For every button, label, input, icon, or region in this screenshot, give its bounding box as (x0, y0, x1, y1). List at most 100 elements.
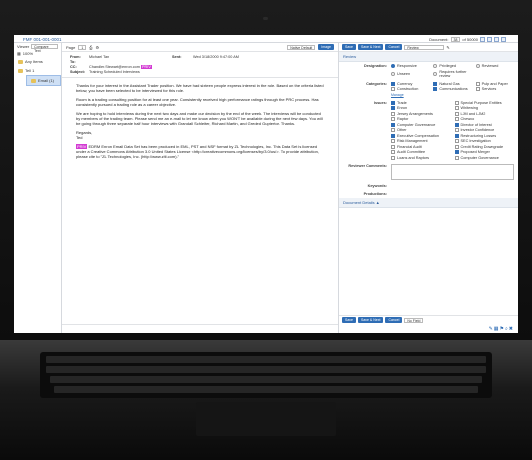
tree-item-tell[interactable]: Tell 1 (14, 66, 61, 75)
image-button[interactable]: Image (318, 44, 334, 50)
issue-option[interactable]: Computer Governance (454, 155, 515, 160)
section-title: Review (339, 52, 518, 62)
layout-select[interactable]: Review (404, 44, 445, 50)
zoom-level[interactable]: 100% (23, 51, 33, 56)
app-title: FMF 001-001-0001 (23, 37, 62, 42)
keywords-field: Keywords: (367, 183, 387, 188)
page-label: Page (66, 44, 76, 50)
print-icon[interactable]: ⎙ (89, 45, 92, 50)
page-input[interactable]: 1 (78, 44, 87, 50)
edit-icon[interactable]: ✎ (446, 45, 449, 50)
designation-option[interactable]: Reviewed (475, 64, 514, 68)
category-options: Currency Natural Gas Pulp and Paper Cons… (391, 81, 514, 97)
issue-option[interactable]: Trade (391, 100, 451, 105)
issue-option[interactable]: Restructuring Losses (454, 133, 515, 138)
issue-option[interactable]: Special Purpose Entities (454, 100, 515, 105)
grid-icon[interactable]: ▦ (17, 51, 21, 56)
folder-icon (18, 59, 23, 64)
issue-option[interactable]: Financial Audit (391, 144, 451, 149)
category-option[interactable]: Construction (391, 87, 429, 91)
screen: FMF 001-001-0001 Document: 38 of 50000 V… (14, 35, 518, 333)
touchpad (196, 402, 336, 436)
folder-icon (31, 78, 36, 83)
issue-option[interactable]: Jersey Arrangements (391, 111, 451, 116)
email-sent: Wed 3/18/2000 9:47:00 AM (193, 55, 239, 59)
body-paragraph: Thanks for your interest in the Assistan… (76, 83, 324, 93)
document-details-toggle[interactable]: Document Details ▲ (339, 197, 518, 208)
issue-option[interactable]: Computer Governance (391, 122, 451, 127)
email-from: Michael Tan (89, 55, 110, 59)
document-of: of 50000 (462, 37, 478, 42)
designation-options: Responsive Privileged Reviewed Unseen Re… (391, 64, 514, 78)
productions-field: Productions: (363, 191, 387, 196)
designation-option[interactable]: Unseen (391, 70, 429, 78)
app-title-bar: FMF 001-001-0001 Document: 38 of 50000 (14, 35, 518, 43)
issue-option[interactable]: Chewco (454, 117, 515, 121)
email-subject: Training Scheduled Interviews (89, 70, 140, 74)
issues-field: Issues: Trade Special Purpose Entities E… (339, 99, 518, 162)
issue-option[interactable]: Whitewing (454, 106, 515, 110)
viewer-selector[interactable]: Viewer Compare Text (14, 43, 61, 53)
save-next-button[interactable]: Save & Next (357, 317, 384, 323)
tree-item-any[interactable]: Any Items (14, 57, 61, 66)
coding-footer: Save Save & Next Cancel No Field (339, 315, 518, 324)
reviewer-comments-input[interactable] (391, 163, 514, 180)
first-document-button[interactable] (480, 37, 485, 42)
viewer-option[interactable]: Compare Text (31, 44, 58, 53)
designation-option[interactable]: Responsive (391, 64, 429, 68)
issue-option[interactable]: Other (391, 128, 451, 132)
document-viewer: Page 1 ⎙ ⚙ Native Default Image From: Mic… (62, 43, 339, 333)
coding-toolbar: Save Save & Next Cancel Review ✎ (339, 43, 518, 52)
body-paragraph: Room is a trading consulting position fo… (76, 97, 319, 107)
email-body: Thanks for your interest in the Assistan… (62, 78, 338, 168)
key-row (46, 356, 486, 363)
manage-link[interactable]: Manage (391, 93, 429, 97)
issue-options: Trade Special Purpose Entities Enron Whi… (391, 100, 515, 160)
field-select[interactable]: No Field (404, 317, 424, 323)
issue-option[interactable]: Loans and Raptors (391, 155, 451, 160)
category-option[interactable]: Communications (433, 87, 471, 91)
category-option[interactable]: Natural Gas (433, 81, 471, 86)
save-next-button[interactable]: Save & Next (357, 44, 384, 50)
issue-option[interactable]: Enron (391, 106, 451, 110)
category-option[interactable]: Currency (391, 81, 429, 86)
designation-option[interactable]: Requires further review (433, 70, 471, 78)
toolbar-icons[interactable]: ✎▦⚑⌕✖ (489, 326, 514, 332)
native-default-select[interactable]: Native Default (287, 44, 316, 50)
document-number-input[interactable]: 38 (450, 37, 461, 42)
previous-document-button[interactable] (487, 37, 492, 42)
reviewer-comments-field: Reviewer Comments: (339, 162, 518, 182)
highlight: PRIV (140, 65, 152, 69)
document-navigator: Document: 38 of 50000 (429, 37, 506, 42)
document-label: Document: (429, 37, 449, 42)
body-footer: PRIV EDRM Enron Email Data Set has been … (76, 144, 319, 159)
tree-item-email[interactable]: Email (1) (26, 75, 61, 86)
cancel-button[interactable]: Cancel (385, 317, 403, 323)
issue-option[interactable]: Credit Rating Downgrade (454, 144, 515, 149)
trash-icon: ✖ (508, 326, 514, 332)
issue-option[interactable]: LJM and LJM2 (454, 111, 515, 116)
issue-option[interactable]: Raptor (391, 117, 451, 121)
issue-option[interactable]: Executive Compensation (391, 133, 451, 138)
issue-option[interactable]: Investor Confidence (454, 128, 515, 132)
cancel-button[interactable]: Cancel (385, 44, 403, 50)
issue-option[interactable]: SEC Investigation (454, 139, 515, 143)
category-option[interactable]: Pulp and Paper (475, 81, 514, 86)
category-option[interactable]: Services (475, 87, 514, 91)
issue-option[interactable]: Audit Committee (391, 150, 451, 154)
body-paragraph: We are hoping to hold interviews during … (76, 111, 323, 126)
viewer-toolbar: Page 1 ⎙ ⚙ Native Default Image (62, 43, 338, 52)
email-cc: Chandler.Stewart@enron.com PRIV (89, 65, 152, 69)
folder-tree-panel: Viewer Compare Text ▦ 100% Any Items Tel… (14, 43, 62, 333)
categories-field: Categories: Currency Natural Gas Pulp an… (339, 80, 518, 99)
designation-option[interactable]: Privileged (433, 64, 471, 68)
issue-option[interactable]: Risk Management (391, 139, 451, 143)
save-button[interactable]: Save (342, 317, 356, 323)
last-document-button[interactable] (501, 37, 506, 42)
save-button[interactable]: Save (342, 44, 356, 50)
settings-icon[interactable]: ⚙ (96, 45, 100, 50)
issue-option[interactable]: Proposed Merger (454, 150, 515, 154)
designation-field: Designation: Responsive Privileged Revie… (339, 62, 518, 80)
next-document-button[interactable] (494, 37, 499, 42)
issue-option[interactable]: Director of Interest (454, 122, 515, 127)
